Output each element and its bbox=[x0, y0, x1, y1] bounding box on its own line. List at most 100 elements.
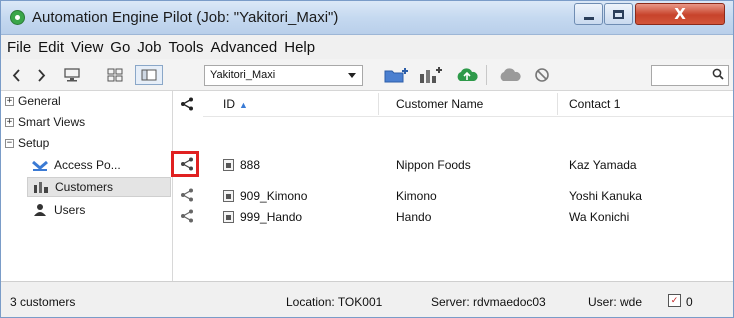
menu-file[interactable]: File bbox=[7, 39, 31, 56]
chevron-down-icon bbox=[348, 73, 356, 78]
share-icon[interactable] bbox=[180, 97, 194, 111]
open-job-folder-button[interactable] bbox=[382, 65, 410, 85]
status-location: Location: TOK001 bbox=[286, 295, 383, 309]
menu-help[interactable]: Help bbox=[284, 39, 315, 56]
forward-button[interactable] bbox=[34, 65, 48, 85]
cell-contact: Yoshi Kanuka bbox=[569, 189, 642, 203]
server-view-button[interactable] bbox=[61, 65, 83, 85]
add-customer-button[interactable] bbox=[416, 65, 444, 85]
column-separator[interactable] bbox=[557, 93, 558, 115]
tree-item-label: Access Po... bbox=[54, 158, 121, 172]
panel-icon bbox=[141, 69, 157, 81]
toolbar-separator bbox=[486, 65, 487, 85]
status-messages-count: 0 bbox=[686, 295, 693, 309]
cloud-icon bbox=[500, 68, 521, 81]
job-select-value: Yakitori_Maxi bbox=[210, 69, 276, 81]
cloud-disabled-button[interactable] bbox=[496, 65, 524, 85]
highlight-annotation bbox=[171, 151, 199, 177]
expand-icon[interactable]: + bbox=[5, 96, 14, 106]
customers-icon bbox=[32, 180, 50, 194]
cloud-sync-icon bbox=[457, 68, 478, 81]
cell-id: 888 bbox=[240, 158, 261, 172]
close-icon: X bbox=[674, 5, 686, 23]
forward-icon bbox=[37, 68, 45, 82]
cell-customer-name: Kimono bbox=[396, 189, 437, 203]
column-separator[interactable] bbox=[378, 93, 379, 115]
user-icon bbox=[31, 203, 49, 217]
menu-bar: File Edit View Go Job Tools Advanced Hel… bbox=[1, 35, 733, 59]
app-logo-icon bbox=[10, 10, 25, 25]
status-bar: 3 customers Location: TOK001 Server: rdv… bbox=[1, 281, 733, 317]
status-user: User: wde bbox=[588, 295, 643, 309]
menu-job[interactable]: Job bbox=[137, 39, 161, 56]
status-server: Server: rdvmaedoc03 bbox=[431, 295, 546, 309]
expand-icon[interactable]: + bbox=[5, 117, 14, 127]
minimize-icon bbox=[583, 16, 594, 20]
stop-button[interactable] bbox=[531, 65, 553, 85]
tree-item-smart-views[interactable]: + Smart Views bbox=[5, 112, 85, 132]
cell-customer-name: Nippon Foods bbox=[396, 158, 471, 172]
customers-table: ID ▲ Customer Name Contact 1 888 Nippon F… bbox=[203, 91, 733, 281]
menu-advanced[interactable]: Advanced bbox=[211, 39, 278, 56]
grid-icon bbox=[107, 68, 123, 82]
tree-item-label: General bbox=[18, 94, 61, 108]
table-row[interactable]: 999_Hando Hando Wa Konichi bbox=[203, 207, 733, 227]
tree-item-label: Smart Views bbox=[18, 115, 86, 129]
cell-id: 999_Hando bbox=[240, 210, 303, 224]
customer-record-icon bbox=[223, 211, 234, 223]
title-bar[interactable]: Automation Engine Pilot (Job: "Yakitori_… bbox=[1, 1, 733, 35]
sort-ascending-icon: ▲ bbox=[239, 100, 248, 110]
cell-id: 909_Kimono bbox=[240, 189, 308, 203]
customer-record-icon bbox=[223, 159, 234, 171]
back-button[interactable] bbox=[9, 65, 23, 85]
menu-go[interactable]: Go bbox=[110, 39, 130, 56]
monitor-icon bbox=[64, 68, 80, 82]
collapse-icon[interactable]: − bbox=[5, 138, 14, 148]
table-header: ID ▲ Customer Name Contact 1 bbox=[203, 91, 733, 117]
table-row[interactable]: 888 Nippon Foods Kaz Yamada bbox=[203, 155, 733, 175]
tree-item-label: Users bbox=[54, 203, 86, 217]
menu-view[interactable]: View bbox=[71, 39, 103, 56]
cell-contact: Kaz Yamada bbox=[569, 158, 637, 172]
messages-icon[interactable]: ✓ bbox=[668, 294, 681, 307]
column-header-contact[interactable]: Contact 1 bbox=[569, 97, 620, 111]
window-title: Automation Engine Pilot (Job: "Yakitori_… bbox=[32, 9, 339, 26]
customer-add-icon bbox=[420, 67, 442, 83]
navigation-tree: + General + Smart Views − Setup Access P… bbox=[1, 91, 173, 281]
panel-toggle-button[interactable] bbox=[135, 65, 163, 85]
job-select[interactable]: Yakitori_Maxi bbox=[204, 65, 363, 86]
tree-item-label: Setup bbox=[18, 136, 50, 150]
search-icon bbox=[712, 68, 724, 83]
share-column bbox=[173, 91, 203, 281]
tree-item-access-points[interactable]: Access Po... bbox=[31, 155, 121, 175]
minimize-button[interactable] bbox=[574, 3, 603, 25]
maximize-button[interactable] bbox=[604, 3, 633, 25]
column-label: ID bbox=[223, 97, 235, 111]
share-icon[interactable] bbox=[180, 209, 194, 223]
close-button[interactable]: X bbox=[635, 3, 725, 25]
search-input[interactable] bbox=[651, 65, 729, 86]
tree-item-users[interactable]: Users bbox=[31, 200, 85, 220]
cloud-sync-button[interactable] bbox=[453, 65, 481, 85]
block-icon bbox=[535, 68, 549, 82]
grid-view-button[interactable] bbox=[104, 65, 126, 85]
column-header-id[interactable]: ID ▲ bbox=[223, 97, 248, 111]
status-count: 3 customers bbox=[10, 295, 76, 309]
tree-item-setup[interactable]: − Setup bbox=[5, 133, 49, 153]
app-window: Automation Engine Pilot (Job: "Yakitori_… bbox=[0, 0, 734, 318]
cell-contact: Wa Konichi bbox=[569, 210, 630, 224]
menu-edit[interactable]: Edit bbox=[38, 39, 64, 56]
tree-item-customers[interactable]: Customers bbox=[27, 177, 171, 197]
tree-item-label: Customers bbox=[55, 180, 114, 194]
tree-item-general[interactable]: + General bbox=[5, 91, 61, 111]
job-folder-icon bbox=[384, 68, 408, 83]
access-point-icon bbox=[31, 158, 49, 172]
back-icon bbox=[12, 68, 20, 82]
menu-tools[interactable]: Tools bbox=[168, 39, 203, 56]
customer-record-icon bbox=[223, 190, 234, 202]
toolbar: Yakitori_Maxi bbox=[1, 59, 733, 91]
column-header-customer-name[interactable]: Customer Name bbox=[396, 97, 483, 111]
maximize-icon bbox=[613, 9, 624, 19]
table-row[interactable]: 909_Kimono Kimono Yoshi Kanuka bbox=[203, 186, 733, 206]
share-icon[interactable] bbox=[180, 188, 194, 202]
